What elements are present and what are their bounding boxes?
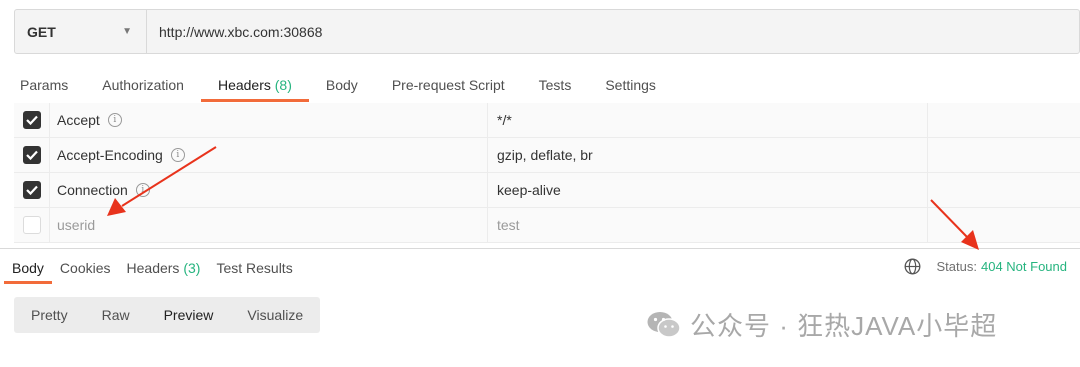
tab-params[interactable]: Params	[20, 70, 85, 102]
mode-preview[interactable]: Preview	[147, 297, 231, 333]
tab-label: Authorization	[102, 77, 184, 93]
tab-label: Params	[20, 77, 69, 93]
row-checkbox-cell	[14, 173, 50, 207]
header-key: Accept	[57, 112, 100, 128]
chevron-down-icon: ▼	[122, 26, 132, 37]
tab-test-results[interactable]: Test Results	[208, 255, 300, 284]
tab-pre-request-script[interactable]: Pre-request Script	[375, 70, 522, 102]
header-key: Accept-Encoding	[57, 147, 163, 163]
table-row: Accept-Encoding i gzip, deflate, br	[14, 138, 1080, 173]
tab-body[interactable]: Body	[309, 70, 375, 102]
header-description-cell[interactable]	[928, 103, 1080, 137]
tab-label: Body	[325, 77, 358, 93]
wechat-icon	[646, 310, 682, 340]
header-enabled-checkbox[interactable]	[22, 216, 41, 234]
tab-count: (8)	[274, 77, 292, 93]
info-icon[interactable]: i	[107, 113, 122, 127]
mode-raw[interactable]: Raw	[85, 297, 147, 333]
check-icon	[25, 150, 38, 160]
header-value-cell[interactable]: gzip, deflate, br	[488, 138, 928, 172]
mode-pretty[interactable]: Pretty	[14, 297, 85, 333]
header-key-cell[interactable]: Connection i	[50, 173, 488, 207]
header-value: test	[497, 217, 520, 233]
tab-label: Headers	[217, 77, 271, 93]
table-row: Connection i keep-alive	[14, 173, 1080, 208]
row-checkbox-cell	[14, 103, 50, 137]
header-key: Connection	[57, 182, 128, 198]
body-view-modes: Pretty Raw Preview Visualize	[14, 297, 321, 333]
request-url-bar: GET ▼ http://www.xbc.com:30868	[14, 9, 1080, 54]
status-code[interactable]: 404 Not Found	[981, 259, 1067, 274]
watermark: 公众号 · 狂热JAVA小毕超	[646, 306, 997, 343]
header-description-cell[interactable]	[928, 173, 1080, 207]
table-row: Accept i */*	[14, 103, 1080, 138]
header-key: userid	[57, 217, 96, 233]
header-value: keep-alive	[497, 182, 561, 198]
header-key-cell[interactable]: Accept i	[50, 103, 488, 137]
row-checkbox-cell	[14, 208, 50, 242]
tab-label: Headers	[126, 260, 180, 276]
row-checkbox-cell	[14, 138, 50, 172]
mode-visualize[interactable]: Visualize	[230, 297, 320, 333]
header-value: gzip, deflate, br	[497, 147, 593, 163]
url-input[interactable]: http://www.xbc.com:30868	[147, 10, 1079, 53]
check-icon	[25, 115, 38, 125]
header-description-cell[interactable]	[928, 208, 1080, 242]
watermark-text: 公众号 · 狂热JAVA小毕超	[690, 311, 998, 341]
header-enabled-checkbox[interactable]	[22, 146, 41, 164]
tab-authorization[interactable]: Authorization	[85, 70, 201, 102]
tab-count: (3)	[183, 260, 201, 276]
header-value: */*	[497, 112, 512, 128]
tab-response-headers[interactable]: Headers (3)	[119, 255, 209, 284]
info-icon[interactable]: i	[170, 148, 185, 162]
check-icon	[25, 185, 38, 195]
response-tabs: Body Cookies Headers (3) Test Results	[4, 255, 301, 284]
tab-label: Settings	[605, 77, 656, 93]
tab-label: Pre-request Script	[391, 77, 505, 93]
tab-label: Test Results	[216, 260, 293, 276]
response-status: Status: 404 Not Found	[904, 258, 1067, 275]
table-row: userid test	[14, 208, 1080, 243]
tab-label: Cookies	[59, 260, 111, 276]
tab-label: Body	[12, 260, 44, 276]
method-select[interactable]: GET ▼	[15, 10, 147, 53]
tab-label: Tests	[538, 77, 572, 93]
tab-settings[interactable]: Settings	[588, 70, 673, 102]
header-description-cell[interactable]	[928, 138, 1080, 172]
method-label: GET	[27, 23, 56, 40]
header-enabled-checkbox[interactable]	[22, 181, 41, 199]
headers-table: Accept i */* Accept-Encoding i gzip, defla…	[14, 103, 1080, 243]
tab-response-cookies[interactable]: Cookies	[52, 255, 119, 284]
header-value-cell[interactable]: keep-alive	[488, 173, 928, 207]
header-enabled-checkbox[interactable]	[22, 111, 41, 129]
response-divider[interactable]	[0, 248, 1080, 249]
info-icon[interactable]: i	[135, 183, 150, 197]
request-tabs: Params Authorization Headers (8) Body Pr…	[20, 70, 673, 104]
tab-response-body[interactable]: Body	[4, 255, 52, 284]
status-label: Status:	[936, 259, 977, 274]
url-text: http://www.xbc.com:30868	[159, 23, 323, 40]
header-value-cell[interactable]: test	[488, 208, 928, 242]
header-value-cell[interactable]: */*	[488, 103, 928, 137]
tab-headers[interactable]: Headers (8)	[200, 70, 309, 102]
header-key-cell[interactable]: Accept-Encoding i	[50, 138, 488, 172]
tab-tests[interactable]: Tests	[522, 70, 589, 102]
globe-icon[interactable]	[904, 258, 921, 275]
header-key-cell[interactable]: userid	[50, 208, 488, 242]
